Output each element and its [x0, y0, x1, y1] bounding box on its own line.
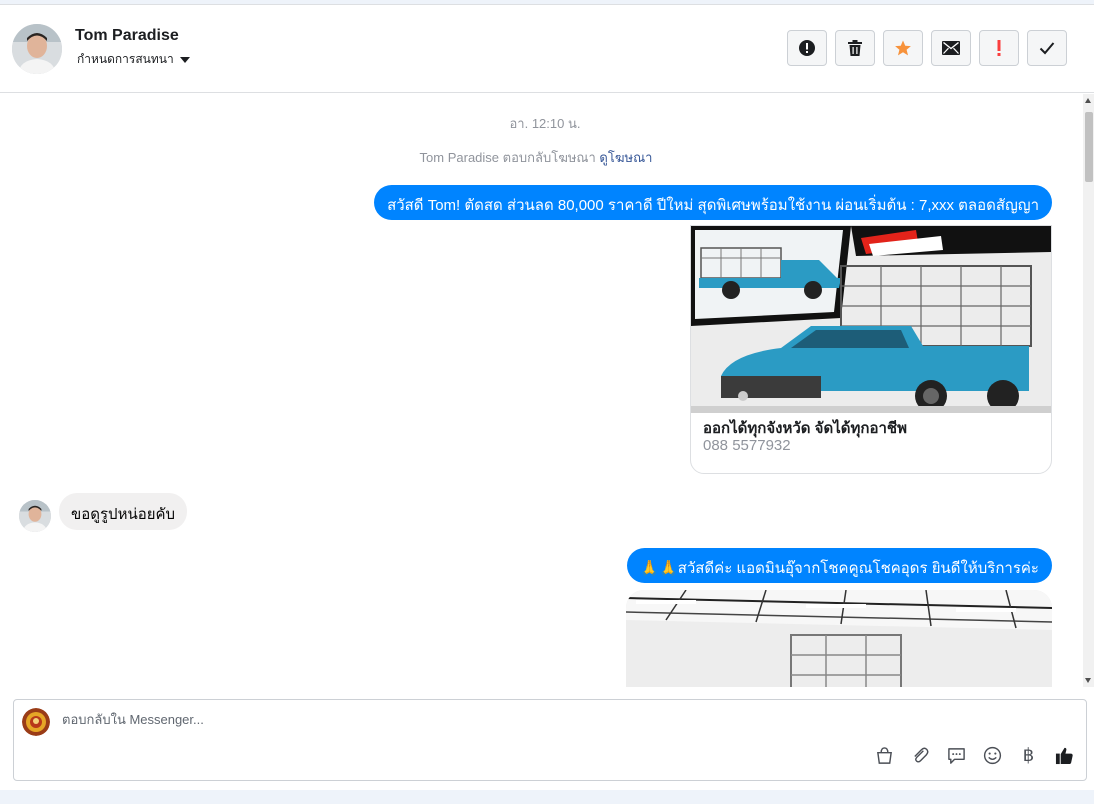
scroll-thumb[interactable]: [1085, 112, 1093, 182]
conversation-header: Tom Paradise กำหนดการสนทนา: [0, 5, 1094, 93]
saved-replies-button[interactable]: [947, 746, 966, 765]
conversation-panel: Tom Paradise กำหนดการสนทนา อา. 12:10 น. …: [0, 4, 1094, 790]
bag-icon: [877, 747, 892, 764]
reply-composer: ฿: [13, 699, 1087, 781]
outgoing-message[interactable]: 🙏🙏สวัสดีค่ะ แอดมินอุ๊จากโชคคูณโชคอุดร ยิ…: [627, 548, 1052, 583]
star-button[interactable]: [883, 30, 923, 66]
contact-name[interactable]: Tom Paradise: [75, 27, 179, 45]
follow-up-button[interactable]: [979, 30, 1019, 66]
chat-bubble-icon: [948, 748, 965, 764]
attach-button[interactable]: [911, 746, 930, 765]
assign-label: กำหนดการสนทนา: [77, 52, 174, 66]
trash-icon: [848, 40, 862, 56]
outgoing-photo[interactable]: [626, 590, 1052, 687]
header-actions: [787, 30, 1067, 66]
thumbs-up-icon: [1055, 747, 1073, 765]
star-icon: [895, 40, 911, 56]
reply-input[interactable]: [62, 712, 962, 727]
message-timestamp: อา. 12:10 น.: [509, 116, 581, 131]
ad-reply-note: Tom Paradise ตอบกลับโฆษณา ดูโฆษณา: [0, 147, 1072, 168]
outgoing-message[interactable]: สวัสดี Tom! ตัดสด ส่วนลด 80,000 ราคาดี ป…: [374, 185, 1052, 220]
paperclip-icon: [914, 747, 929, 763]
baht-icon: ฿: [1022, 744, 1035, 766]
page-avatar: [22, 708, 50, 736]
ad-card-image: [691, 226, 1051, 413]
scroll-up-arrow[interactable]: [1085, 98, 1091, 103]
assign-conversation-dropdown[interactable]: กำหนดการสนทนา: [77, 50, 190, 69]
view-ad-link[interactable]: ดูโฆษณา: [599, 150, 652, 165]
mark-done-button[interactable]: [1027, 30, 1067, 66]
caret-down-icon: [179, 57, 190, 63]
ad-card-phone: 088 5577932: [703, 437, 791, 454]
check-icon: [1039, 42, 1055, 55]
scroll-down-arrow[interactable]: [1085, 678, 1091, 683]
alert-circle-icon: [799, 40, 815, 56]
incoming-message[interactable]: ขอดูรูปหน่อยคับ: [59, 493, 188, 530]
emoji-button[interactable]: [983, 746, 1002, 765]
delete-button[interactable]: [835, 30, 875, 66]
smiley-icon: [983, 746, 1002, 765]
bag-button[interactable]: [875, 746, 894, 765]
ad-card[interactable]: ออกได้ทุกจังหวัด จัดได้ทุกอาชีพ 088 5577…: [690, 225, 1052, 474]
ad-reply-prefix: Tom Paradise ตอบกลับโฆษณา: [419, 150, 596, 165]
like-button[interactable]: [1055, 746, 1074, 765]
payment-button[interactable]: ฿: [1019, 746, 1038, 765]
contact-avatar-small[interactable]: [19, 500, 51, 532]
exclamation-icon: [997, 40, 1001, 56]
spam-button[interactable]: [787, 30, 827, 66]
contact-avatar[interactable]: [12, 24, 62, 74]
composer-tools: ฿: [875, 746, 1074, 765]
envelope-icon: [942, 41, 960, 55]
message-list: อา. 12:10 น. Tom Paradise ตอบกลับโฆษณา ด…: [0, 94, 1083, 687]
mark-unread-button[interactable]: [931, 30, 971, 66]
message-scrollbar[interactable]: [1083, 94, 1094, 687]
